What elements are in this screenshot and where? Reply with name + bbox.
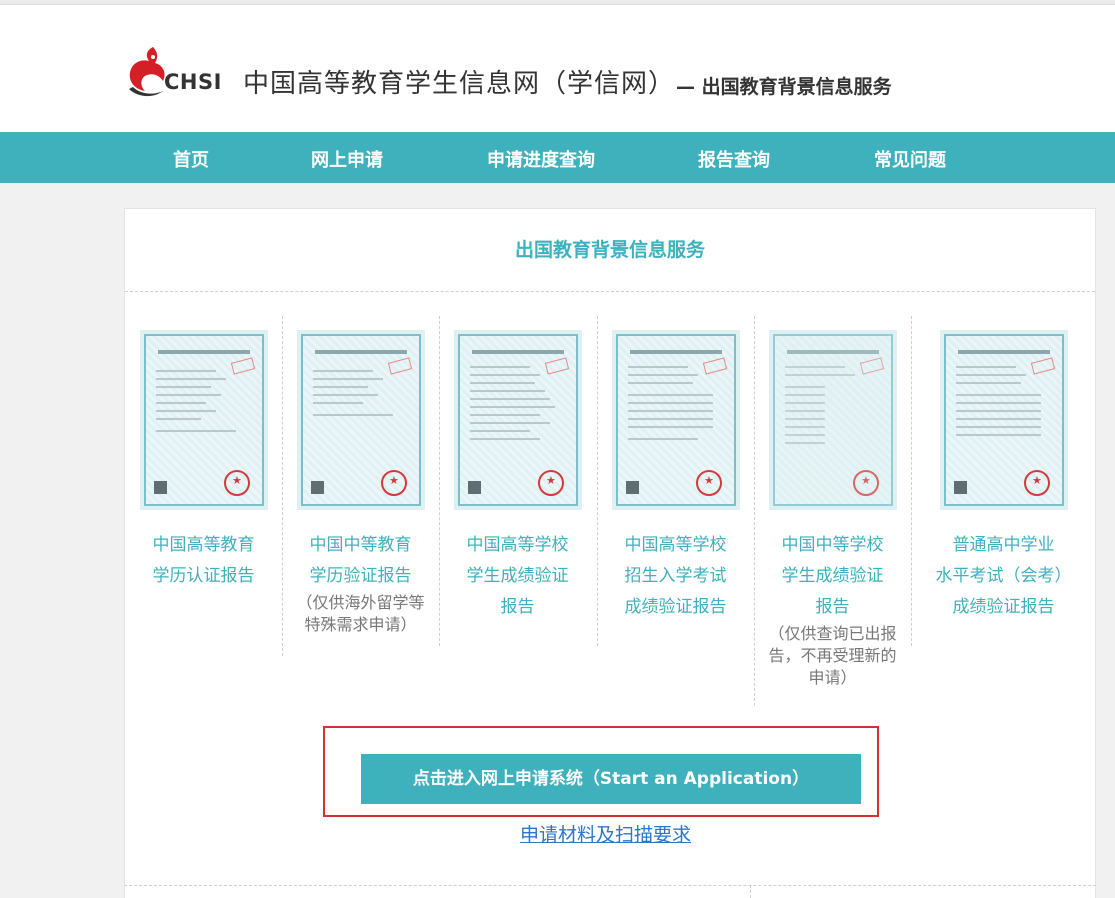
qr-code-icon — [626, 481, 639, 494]
report-thumbnail[interactable] — [769, 330, 897, 510]
report-thumbnail[interactable] — [940, 330, 1068, 510]
panel-title: 出国教育背景信息服务 — [125, 209, 1095, 292]
report-thumbnail[interactable] — [297, 330, 425, 510]
report-note: （仅供查询已出报 告，不再受理新的 申请） — [768, 624, 897, 687]
site-header: CHSI 中国高等教育学生信息网（学信网） — 出国教育背景信息服务 — [0, 5, 1115, 132]
report-link-secondary-transcript[interactable]: 中国中等学校 学生成绩验证 报告 — [754, 530, 911, 623]
start-application-button[interactable]: 点击进入网上申请系统（Start an Application） — [361, 754, 861, 804]
seal-icon — [1024, 470, 1050, 496]
seal-icon — [538, 470, 564, 496]
report-link-higher-edu-transcript[interactable]: 中国高等学校 学生成绩验证 报告 — [439, 530, 596, 623]
site-title: 中国高等教育学生信息网（学信网） — [243, 69, 676, 99]
report-link-higher-edu-certification[interactable]: 中国高等教育 学历认证报告 — [125, 530, 282, 592]
chsi-logo[interactable]: CHSI — [123, 45, 223, 101]
qr-code-icon — [468, 481, 481, 494]
nav-report-query[interactable]: 报告查询 — [698, 146, 770, 172]
seal-icon — [224, 470, 250, 496]
column-divider — [911, 316, 912, 646]
qr-code-icon — [154, 481, 167, 494]
section-divider — [750, 885, 751, 898]
section-divider — [124, 885, 1096, 886]
logo-text: CHSI — [164, 70, 222, 94]
report-thumbnail[interactable] — [612, 330, 740, 510]
report-link-academic-proficiency-test[interactable]: 普通高中学业 水平考试（会考） 成绩验证报告 — [925, 530, 1082, 623]
report-link-secondary-edu-verification[interactable]: 中国中等教育 学历验证报告 — [282, 530, 439, 592]
nav-home[interactable]: 首页 — [173, 146, 209, 172]
nav-online-apply[interactable]: 网上申请 — [311, 146, 383, 172]
report-thumbnail[interactable] — [454, 330, 582, 510]
report-link-entrance-exam-verification[interactable]: 中国高等学校 招生入学考试 成绩验证报告 — [597, 530, 754, 623]
main-nav: 首页 网上申请 申请进度查询 报告查询 常见问题 — [0, 132, 1115, 183]
report-thumbnail[interactable] — [140, 330, 268, 510]
site-subtitle: — 出国教育背景信息服务 — [676, 76, 892, 98]
report-note: （仅供海外留学等 特殊需求申请） — [296, 593, 425, 634]
seal-icon — [381, 470, 407, 496]
materials-requirements-link[interactable]: 申请材料及扫描要求 — [520, 820, 691, 847]
qr-code-icon — [954, 481, 967, 494]
seal-icon — [853, 470, 879, 496]
qr-code-icon — [311, 481, 324, 494]
nav-progress-query[interactable]: 申请进度查询 — [487, 146, 595, 172]
nav-faq[interactable]: 常见问题 — [874, 146, 946, 172]
seal-icon — [696, 470, 722, 496]
